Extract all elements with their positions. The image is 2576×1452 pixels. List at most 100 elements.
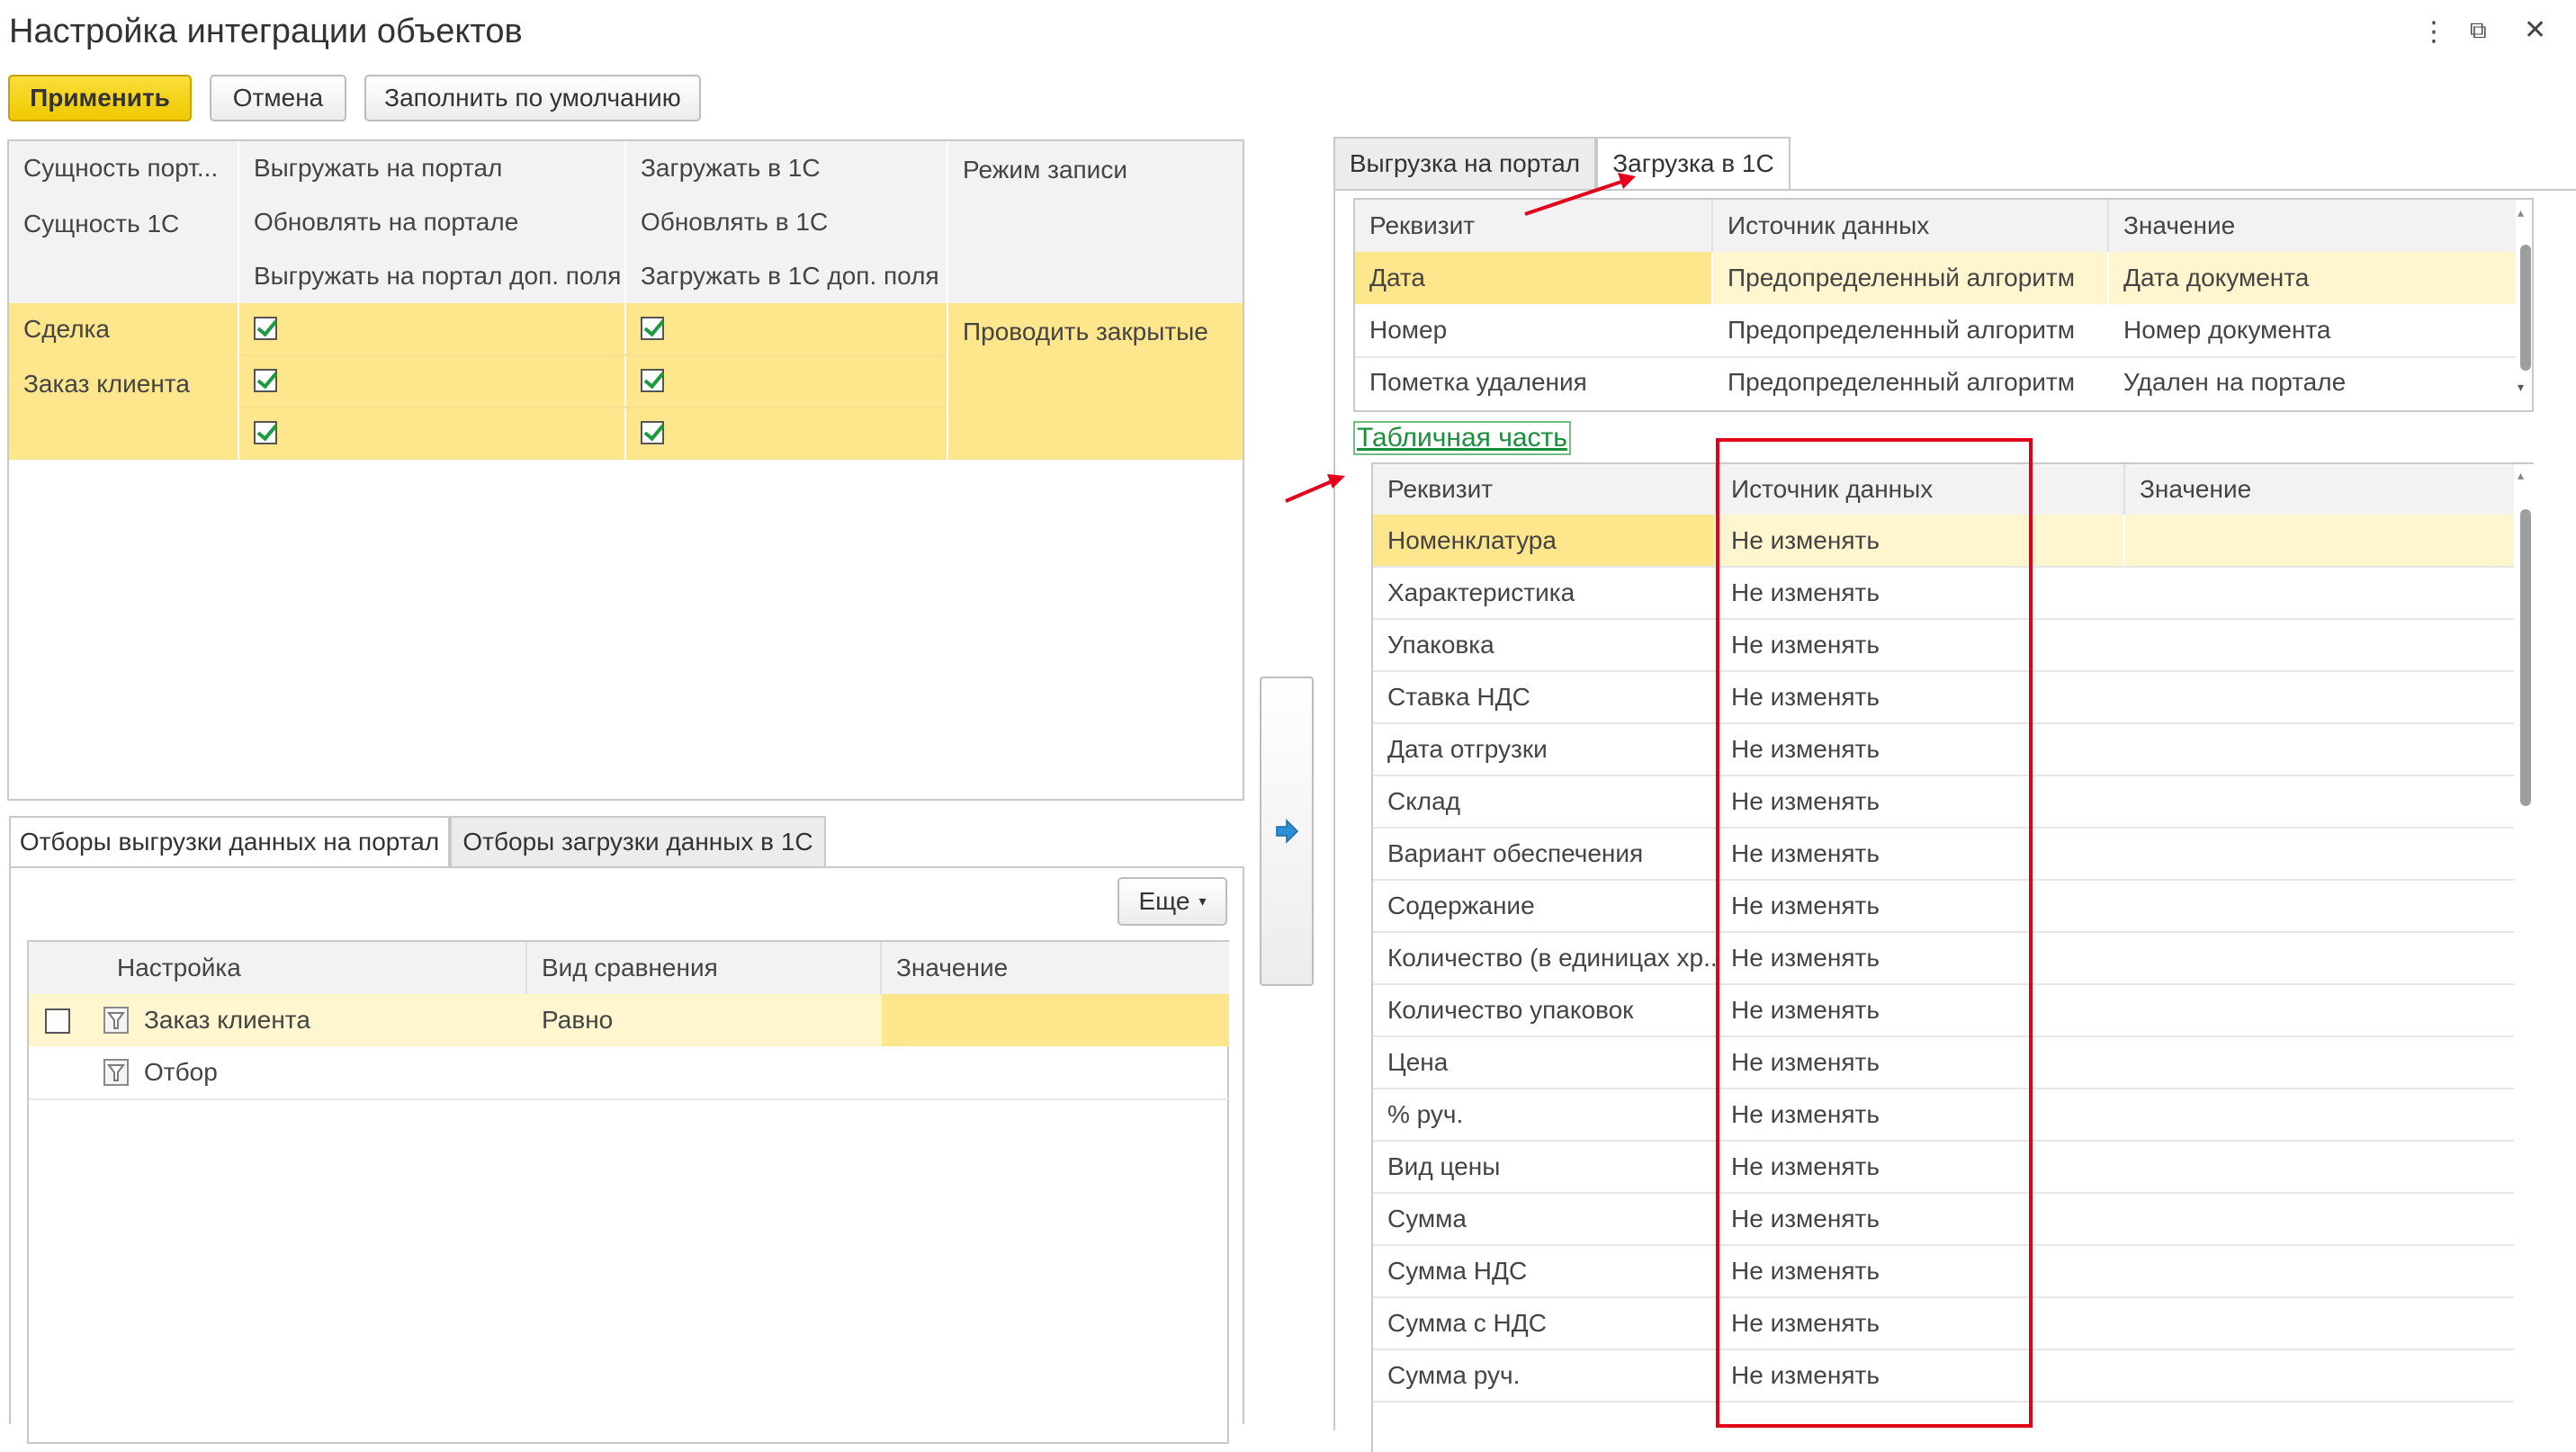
attr-row-2-source[interactable]: Предопределенный алгоритм [1713,304,2107,356]
tab-row-value[interactable] [2125,828,2514,880]
filter-row-1-value[interactable] [882,994,1229,1046]
attr-row-2-value[interactable]: Номер документа [2109,304,2516,356]
attr-row-3-value[interactable]: Удален на портале [2109,356,2516,408]
tab-row-attr[interactable]: Сумма НДС [1373,1245,1715,1297]
filter-row-1-setting[interactable]: Заказ клиента [133,994,520,1046]
tab-row-attr[interactable]: Цена [1373,1036,1715,1089]
attrs-header-source[interactable]: Источник данных [1713,200,2107,252]
tab-row-attr[interactable]: Дата отгрузки [1373,723,1715,775]
tab-row-attr[interactable]: Содержание [1373,880,1715,932]
annotation-arrow [1285,474,1345,503]
tab-row-attr[interactable]: Сумма [1373,1193,1715,1245]
tab-row-attr[interactable]: Упаковка [1373,619,1715,671]
header-portal-entity[interactable]: Сущность порт... [9,141,238,195]
tab-row-value[interactable] [2125,1297,2514,1349]
header-attributes-table: Реквизит Источник данных Значение Дата П… [1353,198,2534,412]
filters-header-value[interactable]: Значение [882,942,1229,994]
header-entity-1c[interactable]: Сущность 1С [9,195,238,303]
cancel-button[interactable]: Отмена [210,75,346,121]
filters-table: Настройка Вид сравнения Значение Заказ к… [27,940,1229,1444]
filters-header-comparison[interactable]: Вид сравнения [527,942,880,994]
tab-header-attr[interactable]: Реквизит [1373,464,1715,515]
attr-row-3-source[interactable]: Предопределенный алгоритм [1713,356,2107,408]
attr-row-1-attr[interactable]: Дата [1355,252,1711,304]
restore-window-icon[interactable]: ⧉ [2470,16,2487,45]
load-1c-extra-checkbox[interactable] [641,421,664,444]
cell-load-1c-extra [626,408,947,460]
entities-table: Сущность порт... Сущность 1С Выгружать н… [7,139,1244,801]
tab-header-value[interactable]: Значение [2125,464,2514,515]
filter-row-2-setting[interactable]: Отбор [133,1046,520,1098]
tab-row-value[interactable] [2125,1193,2514,1245]
attr-row-3-attr[interactable]: Пометка удаления [1355,356,1711,408]
tab-row-value[interactable] [2125,1036,2514,1089]
tab-row-attr[interactable]: Характеристика [1373,567,1715,619]
more-button-label: Еще [1138,887,1190,915]
tabular-part-link[interactable]: Табличная часть [1353,421,1571,455]
tab-row-value[interactable] [2125,775,2514,828]
header-load-1c-extra[interactable]: Загружать в 1С доп. поля [626,249,947,303]
tab-row-value[interactable] [2125,932,2514,984]
tab-row-attr[interactable]: Склад [1373,775,1715,828]
tab-row-attr[interactable]: Количество упаковок [1373,984,1715,1036]
tab-upload-filters[interactable]: Отборы выгрузки данных на портал [9,816,450,868]
header-update-1c[interactable]: Обновлять в 1С [626,195,947,249]
scroll-up-icon[interactable]: ▴ [2518,205,2524,220]
filters-panel: Еще ▾ Настройка Вид сравнения Значение З… [9,866,1244,1444]
tab-row-value[interactable] [2125,984,2514,1036]
close-window-icon[interactable]: ✕ [2524,14,2546,46]
transfer-button[interactable] [1260,677,1314,986]
tab-row-attr[interactable]: Вариант обеспечения [1373,828,1715,880]
update-portal-checkbox[interactable] [254,369,277,392]
fill-default-button[interactable]: Заполнить по умолчанию [364,75,701,121]
header-write-mode[interactable]: Режим записи [948,141,1243,303]
more-actions-icon[interactable]: ⋮ [2420,16,2447,48]
cell-write-mode[interactable]: Проводить закрытые [948,303,1243,460]
tab-row-attr[interactable]: Вид цены [1373,1141,1715,1193]
tab-row-value[interactable] [2125,723,2514,775]
cell-entity-1c[interactable]: Заказ клиента [9,355,238,460]
scrollbar-thumb[interactable] [2520,245,2531,371]
grid-divider [947,141,948,460]
tab-row-value[interactable] [2125,671,2514,723]
scroll-up-icon[interactable]: ▴ [2518,468,2524,483]
more-button[interactable]: Еще ▾ [1117,877,1227,926]
tab-row-value[interactable] [2125,619,2514,671]
annotation-arrow [1524,173,1636,216]
filter-row-1-checkbox[interactable] [45,1008,70,1034]
attr-row-1-source[interactable]: Предопределенный алгоритм [1713,252,2107,304]
tab-row-value[interactable] [2125,1349,2514,1402]
upload-portal-extra-checkbox[interactable] [254,421,277,444]
tab-row-attr[interactable]: % руч. [1373,1089,1715,1141]
upload-portal-checkbox[interactable] [254,317,277,340]
apply-button[interactable]: Применить [8,75,192,121]
tab-row-value[interactable] [2125,1141,2514,1193]
tab-row-attr[interactable]: Сумма с НДС [1373,1297,1715,1349]
tab-row-attr[interactable]: Количество (в единицах хр... [1373,932,1715,984]
header-load-1c[interactable]: Загружать в 1С [626,141,947,195]
grid-divider [880,942,882,994]
tab-row-value[interactable] [2125,1089,2514,1141]
attrs-header-value[interactable]: Значение [2109,200,2516,252]
tab-row-value[interactable] [2125,1245,2514,1297]
tab-row-value[interactable] [2125,880,2514,932]
header-upload-portal[interactable]: Выгружать на портал [239,141,624,195]
filter-row-1-comparison[interactable]: Равно [527,994,880,1046]
load-1c-checkbox[interactable] [641,317,664,340]
tab-load-filters[interactable]: Отборы загрузки данных в 1С [450,816,826,868]
cell-portal-entity[interactable]: Сделка [9,303,238,355]
scrollbar-thumb[interactable] [2520,509,2531,806]
attr-row-2-attr[interactable]: Номер [1355,304,1711,356]
grid-divider [238,141,239,460]
update-1c-checkbox[interactable] [641,369,664,392]
header-upload-portal-extra[interactable]: Выгружать на портал доп. поля [239,249,624,303]
tab-row-attr[interactable]: Ставка НДС [1373,671,1715,723]
tab-row-attr[interactable]: Номенклатура [1373,515,1715,567]
header-update-portal[interactable]: Обновлять на портале [239,195,624,249]
attr-row-1-value[interactable]: Дата документа [2109,252,2516,304]
tab-row-value[interactable] [2125,567,2514,619]
tab-row-value[interactable] [2125,515,2514,567]
filters-header-setting[interactable]: Настройка [103,942,525,994]
tab-row-attr[interactable]: Сумма руч. [1373,1349,1715,1402]
scroll-down-icon[interactable]: ▾ [2518,380,2524,395]
